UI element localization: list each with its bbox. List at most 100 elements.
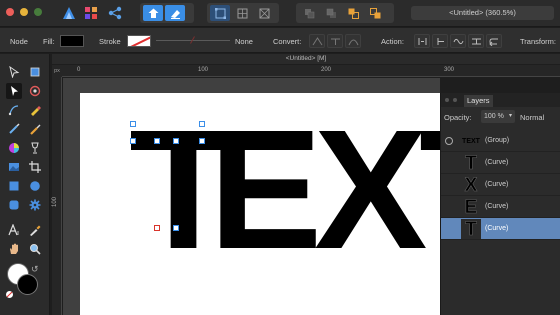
curve-node[interactable]: [199, 121, 205, 127]
minimize-window-button[interactable]: [20, 8, 28, 16]
ruler-tick-label: 100: [198, 67, 209, 73]
break-curve-button[interactable]: [414, 34, 430, 48]
pencil-icon: [31, 106, 41, 116]
convert-smooth-button[interactable]: [327, 34, 343, 48]
letter-x-curve[interactable]: X: [314, 105, 427, 275]
ruler-tick-label: 300: [444, 67, 455, 73]
move-to-back-button[interactable]: [365, 5, 385, 21]
node-arrow-icon: [11, 86, 18, 96]
reverse-curve-button[interactable]: [486, 34, 502, 48]
stroke-color-swatch[interactable]: [127, 35, 151, 47]
curve-node[interactable]: [199, 138, 205, 144]
convert-smart-button[interactable]: [345, 34, 361, 48]
designer-persona-button[interactable]: [58, 3, 80, 23]
panel-close-icon[interactable]: [445, 98, 449, 102]
transform-icon: [259, 8, 269, 18]
expand-group-icon[interactable]: [445, 137, 453, 145]
snapping-button[interactable]: [210, 5, 230, 21]
transform-button[interactable]: [254, 5, 274, 21]
designer-persona-icon: [63, 7, 75, 19]
move-tool[interactable]: [6, 64, 22, 80]
opacity-value: 100 %: [484, 113, 504, 120]
artboard-tool[interactable]: [27, 64, 43, 80]
curve-node[interactable]: [130, 121, 136, 127]
break-curve-icon: [418, 37, 426, 45]
pencil-tool[interactable]: [27, 102, 43, 118]
pen-tool[interactable]: [6, 102, 22, 118]
panel-collapse-icon[interactable]: [453, 98, 457, 102]
corner-tool[interactable]: [27, 83, 43, 99]
view-tool[interactable]: [6, 241, 22, 257]
export-persona-button[interactable]: [104, 3, 126, 23]
wine-glass-icon: [31, 142, 39, 154]
join-curves-button[interactable]: [468, 34, 484, 48]
pixel-persona-icon: [85, 7, 97, 19]
convert-sharp-button[interactable]: [309, 34, 325, 48]
top-toolbar: <Untitled> (360.5%): [0, 0, 560, 27]
pixel-persona-button[interactable]: [80, 3, 102, 23]
rectangle-tool[interactable]: [6, 178, 22, 194]
artboard-icon: [30, 67, 40, 77]
curve-node[interactable]: [173, 138, 179, 144]
ruler-unit: px: [52, 65, 62, 77]
curve-node[interactable]: [173, 225, 179, 231]
layer-row[interactable]: X (Curve): [441, 174, 560, 196]
crop-tool[interactable]: [27, 159, 43, 175]
move-back-button[interactable]: [299, 5, 319, 21]
layer-name: (Curve): [485, 159, 509, 166]
fill-color-well[interactable]: [17, 274, 38, 295]
cog-tool[interactable]: [27, 197, 43, 213]
text-icon: [8, 224, 19, 236]
stroke-width-slider[interactable]: [156, 40, 230, 41]
horizontal-ruler[interactable]: 0 100 200 300: [62, 65, 560, 77]
zoom-window-button[interactable]: [34, 8, 42, 16]
document-tab[interactable]: <Untitled> [M]: [52, 54, 560, 64]
rounded-rect-tool[interactable]: [6, 197, 22, 213]
color-picker-tool[interactable]: [6, 140, 22, 156]
fill-label: Fill:: [43, 37, 55, 46]
send-back-icon: [369, 7, 380, 18]
reverse-icon: [488, 38, 498, 46]
move-to-front-button[interactable]: [343, 5, 363, 21]
ellipse-tool[interactable]: [27, 178, 43, 194]
zoom-tool[interactable]: [27, 241, 43, 257]
letter-e-curve[interactable]: E: [209, 105, 322, 275]
layer-row[interactable]: T (Curve): [441, 152, 560, 174]
layer-row[interactable]: E (Curve): [441, 196, 560, 218]
assistant-button[interactable]: [143, 5, 163, 21]
arrange-group: [296, 3, 394, 23]
vector-brush-tool[interactable]: [6, 121, 22, 137]
close-window-button[interactable]: [6, 8, 14, 16]
tab-layers[interactable]: Layers: [464, 95, 493, 107]
no-fill-icon[interactable]: [6, 291, 13, 298]
transform-label: Transform:: [520, 37, 556, 46]
smooth-curve-button[interactable]: [450, 34, 466, 48]
curve-node[interactable]: [130, 138, 136, 144]
edit-tool-button[interactable]: [165, 5, 185, 21]
grid-button[interactable]: [232, 5, 252, 21]
curve-node[interactable]: [154, 138, 160, 144]
blend-mode-select[interactable]: Normal: [520, 113, 544, 122]
artistic-text-tool[interactable]: [6, 222, 22, 238]
opacity-field[interactable]: 100 % ▾: [481, 110, 515, 123]
place-image-tool[interactable]: [6, 159, 22, 175]
eyedropper-tool[interactable]: [27, 222, 43, 238]
fill-tool[interactable]: [27, 121, 43, 137]
swap-colors-icon[interactable]: ↺: [31, 264, 39, 275]
wave-icon: [453, 38, 463, 44]
layers-forward-icon: [326, 8, 336, 18]
transparency-tool[interactable]: [27, 140, 43, 156]
layer-row-selected[interactable]: T (Curve): [441, 218, 560, 240]
layer-thumbnail: T: [461, 219, 481, 239]
curve-start-node[interactable]: [154, 225, 160, 231]
node-label: Node: [10, 37, 28, 46]
layer-row[interactable]: TEXT (Group): [441, 130, 560, 152]
convert-label: Convert:: [273, 37, 302, 46]
layer-thumbnail: T: [461, 153, 481, 173]
vertical-ruler[interactable]: 100: [52, 77, 62, 315]
move-forward-button[interactable]: [321, 5, 341, 21]
close-curve-button[interactable]: [432, 34, 448, 48]
fill-color-swatch[interactable]: [60, 35, 84, 47]
snapping-group: [207, 3, 279, 23]
node-tool[interactable]: [6, 83, 22, 99]
